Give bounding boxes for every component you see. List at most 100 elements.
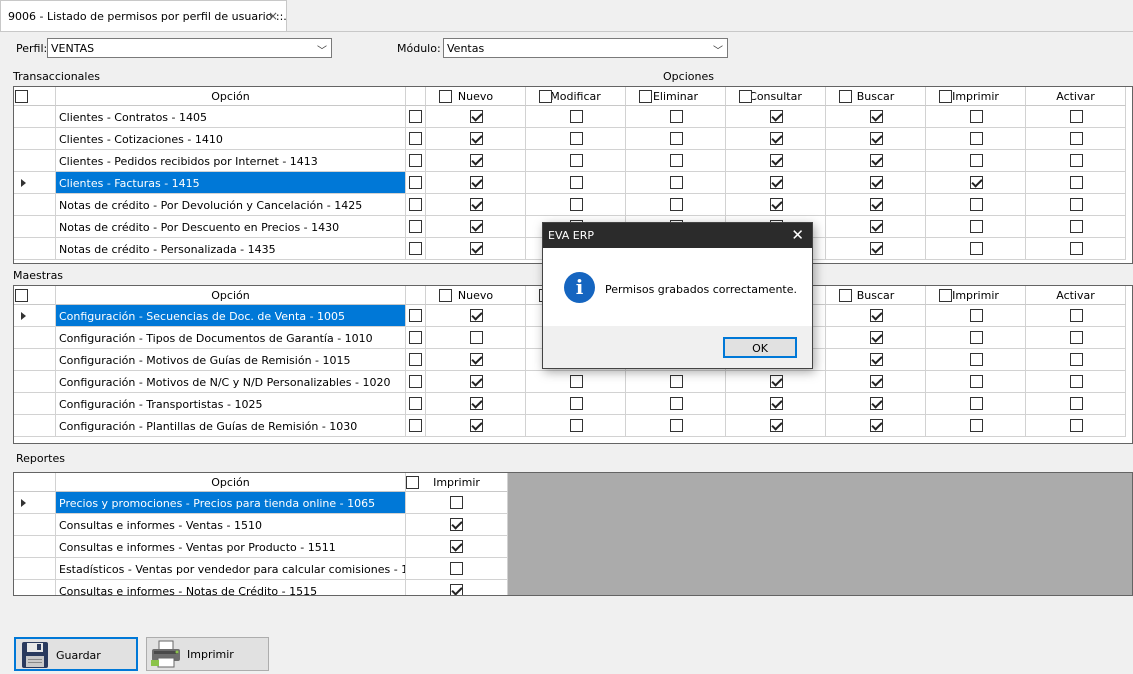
eliminar-checkbox[interactable]	[670, 176, 683, 189]
table-row[interactable]: Configuración - Motivos de N/C y N/D Per…	[14, 371, 1132, 393]
row-checkbox[interactable]	[409, 198, 422, 211]
buscar-checkbox[interactable]	[870, 132, 883, 145]
activar-checkbox[interactable]	[1070, 154, 1083, 167]
row-opcion[interactable]: Consultas e informes - Ventas por Produc…	[56, 536, 406, 558]
modificar-checkbox[interactable]	[570, 176, 583, 189]
consultar-checkbox[interactable]	[770, 132, 783, 145]
header-consultar-checkbox[interactable]	[639, 90, 652, 103]
table-row[interactable]: Consultas e informes - Notas de Crédito …	[14, 580, 508, 595]
select-all-checkbox[interactable]	[15, 289, 28, 302]
buscar-checkbox[interactable]	[870, 242, 883, 255]
buscar-checkbox[interactable]	[870, 198, 883, 211]
close-icon[interactable]: ✕	[791, 226, 804, 244]
row-opcion[interactable]: Clientes - Cotizaciones - 1410	[56, 128, 406, 150]
buscar-checkbox[interactable]	[870, 375, 883, 388]
reportes-grid[interactable]: Opción Imprimir Precios y promociones - Pr…	[13, 472, 1133, 596]
row-opcion[interactable]: Notas de crédito - Por Descuento en Prec…	[56, 216, 406, 238]
row-opcion[interactable]: Configuración - Secuencias de Doc. de Ve…	[56, 305, 406, 327]
buscar-checkbox[interactable]	[870, 309, 883, 322]
imprimir-checkbox[interactable]	[970, 419, 983, 432]
modificar-checkbox[interactable]	[570, 132, 583, 145]
row-opcion[interactable]: Precios y promociones - Precios para tie…	[56, 492, 406, 514]
nuevo-checkbox[interactable]	[470, 353, 483, 366]
perfil-select[interactable]: VENTAS ﹀	[47, 38, 332, 58]
select-all-checkbox[interactable]	[15, 90, 28, 103]
table-row[interactable]: Consultas e informes - Ventas - 1510	[14, 514, 508, 536]
table-row[interactable]: Notas de crédito - Por Devolución y Canc…	[14, 194, 1132, 216]
buscar-checkbox[interactable]	[870, 154, 883, 167]
row-checkbox[interactable]	[409, 176, 422, 189]
activar-checkbox[interactable]	[1070, 110, 1083, 123]
imprimir-checkbox[interactable]	[450, 496, 463, 509]
document-tab[interactable]: 9006 - Listado de permisos por perfil de…	[0, 0, 287, 31]
imprimir-checkbox[interactable]	[450, 562, 463, 575]
consultar-checkbox[interactable]	[770, 375, 783, 388]
table-row[interactable]: Clientes - Cotizaciones - 1410	[14, 128, 1132, 150]
nuevo-checkbox[interactable]	[470, 132, 483, 145]
imprimir-checkbox[interactable]	[970, 353, 983, 366]
imprimir-checkbox[interactable]	[970, 331, 983, 344]
imprimir-checkbox[interactable]	[970, 176, 983, 189]
row-opcion[interactable]: Consultas e informes - Ventas - 1510	[56, 514, 406, 536]
header-modificar-checkbox[interactable]	[439, 289, 452, 302]
buscar-checkbox[interactable]	[870, 419, 883, 432]
imprimir-checkbox[interactable]	[450, 518, 463, 531]
modificar-checkbox[interactable]	[570, 397, 583, 410]
nuevo-checkbox[interactable]	[470, 220, 483, 233]
row-opcion[interactable]: Clientes - Contratos - 1405	[56, 106, 406, 128]
activar-checkbox[interactable]	[1070, 375, 1083, 388]
eliminar-checkbox[interactable]	[670, 132, 683, 145]
row-checkbox[interactable]	[409, 220, 422, 233]
activar-checkbox[interactable]	[1070, 176, 1083, 189]
eliminar-checkbox[interactable]	[670, 397, 683, 410]
consultar-checkbox[interactable]	[770, 110, 783, 123]
activar-checkbox[interactable]	[1070, 198, 1083, 211]
table-row[interactable]: Configuración - Transportistas - 1025	[14, 393, 1132, 415]
table-row[interactable]: Consultas e informes - Ventas por Produc…	[14, 536, 508, 558]
activar-checkbox[interactable]	[1070, 353, 1083, 366]
row-checkbox[interactable]	[409, 132, 422, 145]
buscar-checkbox[interactable]	[870, 331, 883, 344]
row-opcion[interactable]: Configuración - Tipos de Documentos de G…	[56, 327, 406, 349]
eliminar-checkbox[interactable]	[670, 154, 683, 167]
imprimir-checkbox[interactable]	[970, 110, 983, 123]
row-opcion[interactable]: Clientes - Pedidos recibidos por Interne…	[56, 150, 406, 172]
nuevo-checkbox[interactable]	[470, 110, 483, 123]
nuevo-checkbox[interactable]	[470, 331, 483, 344]
row-checkbox[interactable]	[409, 154, 422, 167]
modificar-checkbox[interactable]	[570, 198, 583, 211]
row-checkbox[interactable]	[409, 242, 422, 255]
nuevo-checkbox[interactable]	[470, 419, 483, 432]
imprimir-checkbox[interactable]	[970, 132, 983, 145]
activar-checkbox[interactable]	[1070, 132, 1083, 145]
nuevo-checkbox[interactable]	[470, 198, 483, 211]
modificar-checkbox[interactable]	[570, 154, 583, 167]
table-row[interactable]: Clientes - Contratos - 1405	[14, 106, 1132, 128]
modulo-select[interactable]: Ventas ﹀	[443, 38, 728, 58]
header-imprimir-checkbox[interactable]	[839, 90, 852, 103]
activar-checkbox[interactable]	[1070, 331, 1083, 344]
row-opcion[interactable]: Notas de crédito - Personalizada - 1435	[56, 238, 406, 260]
row-checkbox[interactable]	[409, 331, 422, 344]
activar-checkbox[interactable]	[1070, 309, 1083, 322]
table-row[interactable]: Clientes - Pedidos recibidos por Interne…	[14, 150, 1132, 172]
row-opcion[interactable]: Notas de crédito - Por Devolución y Canc…	[56, 194, 406, 216]
buscar-checkbox[interactable]	[870, 220, 883, 233]
buscar-checkbox[interactable]	[870, 176, 883, 189]
imprimir-checkbox[interactable]	[970, 375, 983, 388]
imprimir-checkbox[interactable]	[970, 397, 983, 410]
row-opcion[interactable]: Consultas e informes - Notas de Crédito …	[56, 580, 406, 595]
consultar-checkbox[interactable]	[770, 154, 783, 167]
table-row[interactable]: Estadísticos - Ventas por vendedor para …	[14, 558, 508, 580]
buscar-checkbox[interactable]	[870, 353, 883, 366]
activar-checkbox[interactable]	[1070, 220, 1083, 233]
activar-checkbox[interactable]	[1070, 419, 1083, 432]
header-activar-checkbox[interactable]	[939, 289, 952, 302]
header-activar-checkbox[interactable]	[939, 90, 952, 103]
header-imprimir-checkbox[interactable]	[406, 476, 419, 489]
row-checkbox[interactable]	[409, 397, 422, 410]
eliminar-checkbox[interactable]	[670, 198, 683, 211]
consultar-checkbox[interactable]	[770, 419, 783, 432]
row-checkbox[interactable]	[409, 419, 422, 432]
row-opcion[interactable]: Configuración - Plantillas de Guías de R…	[56, 415, 406, 437]
